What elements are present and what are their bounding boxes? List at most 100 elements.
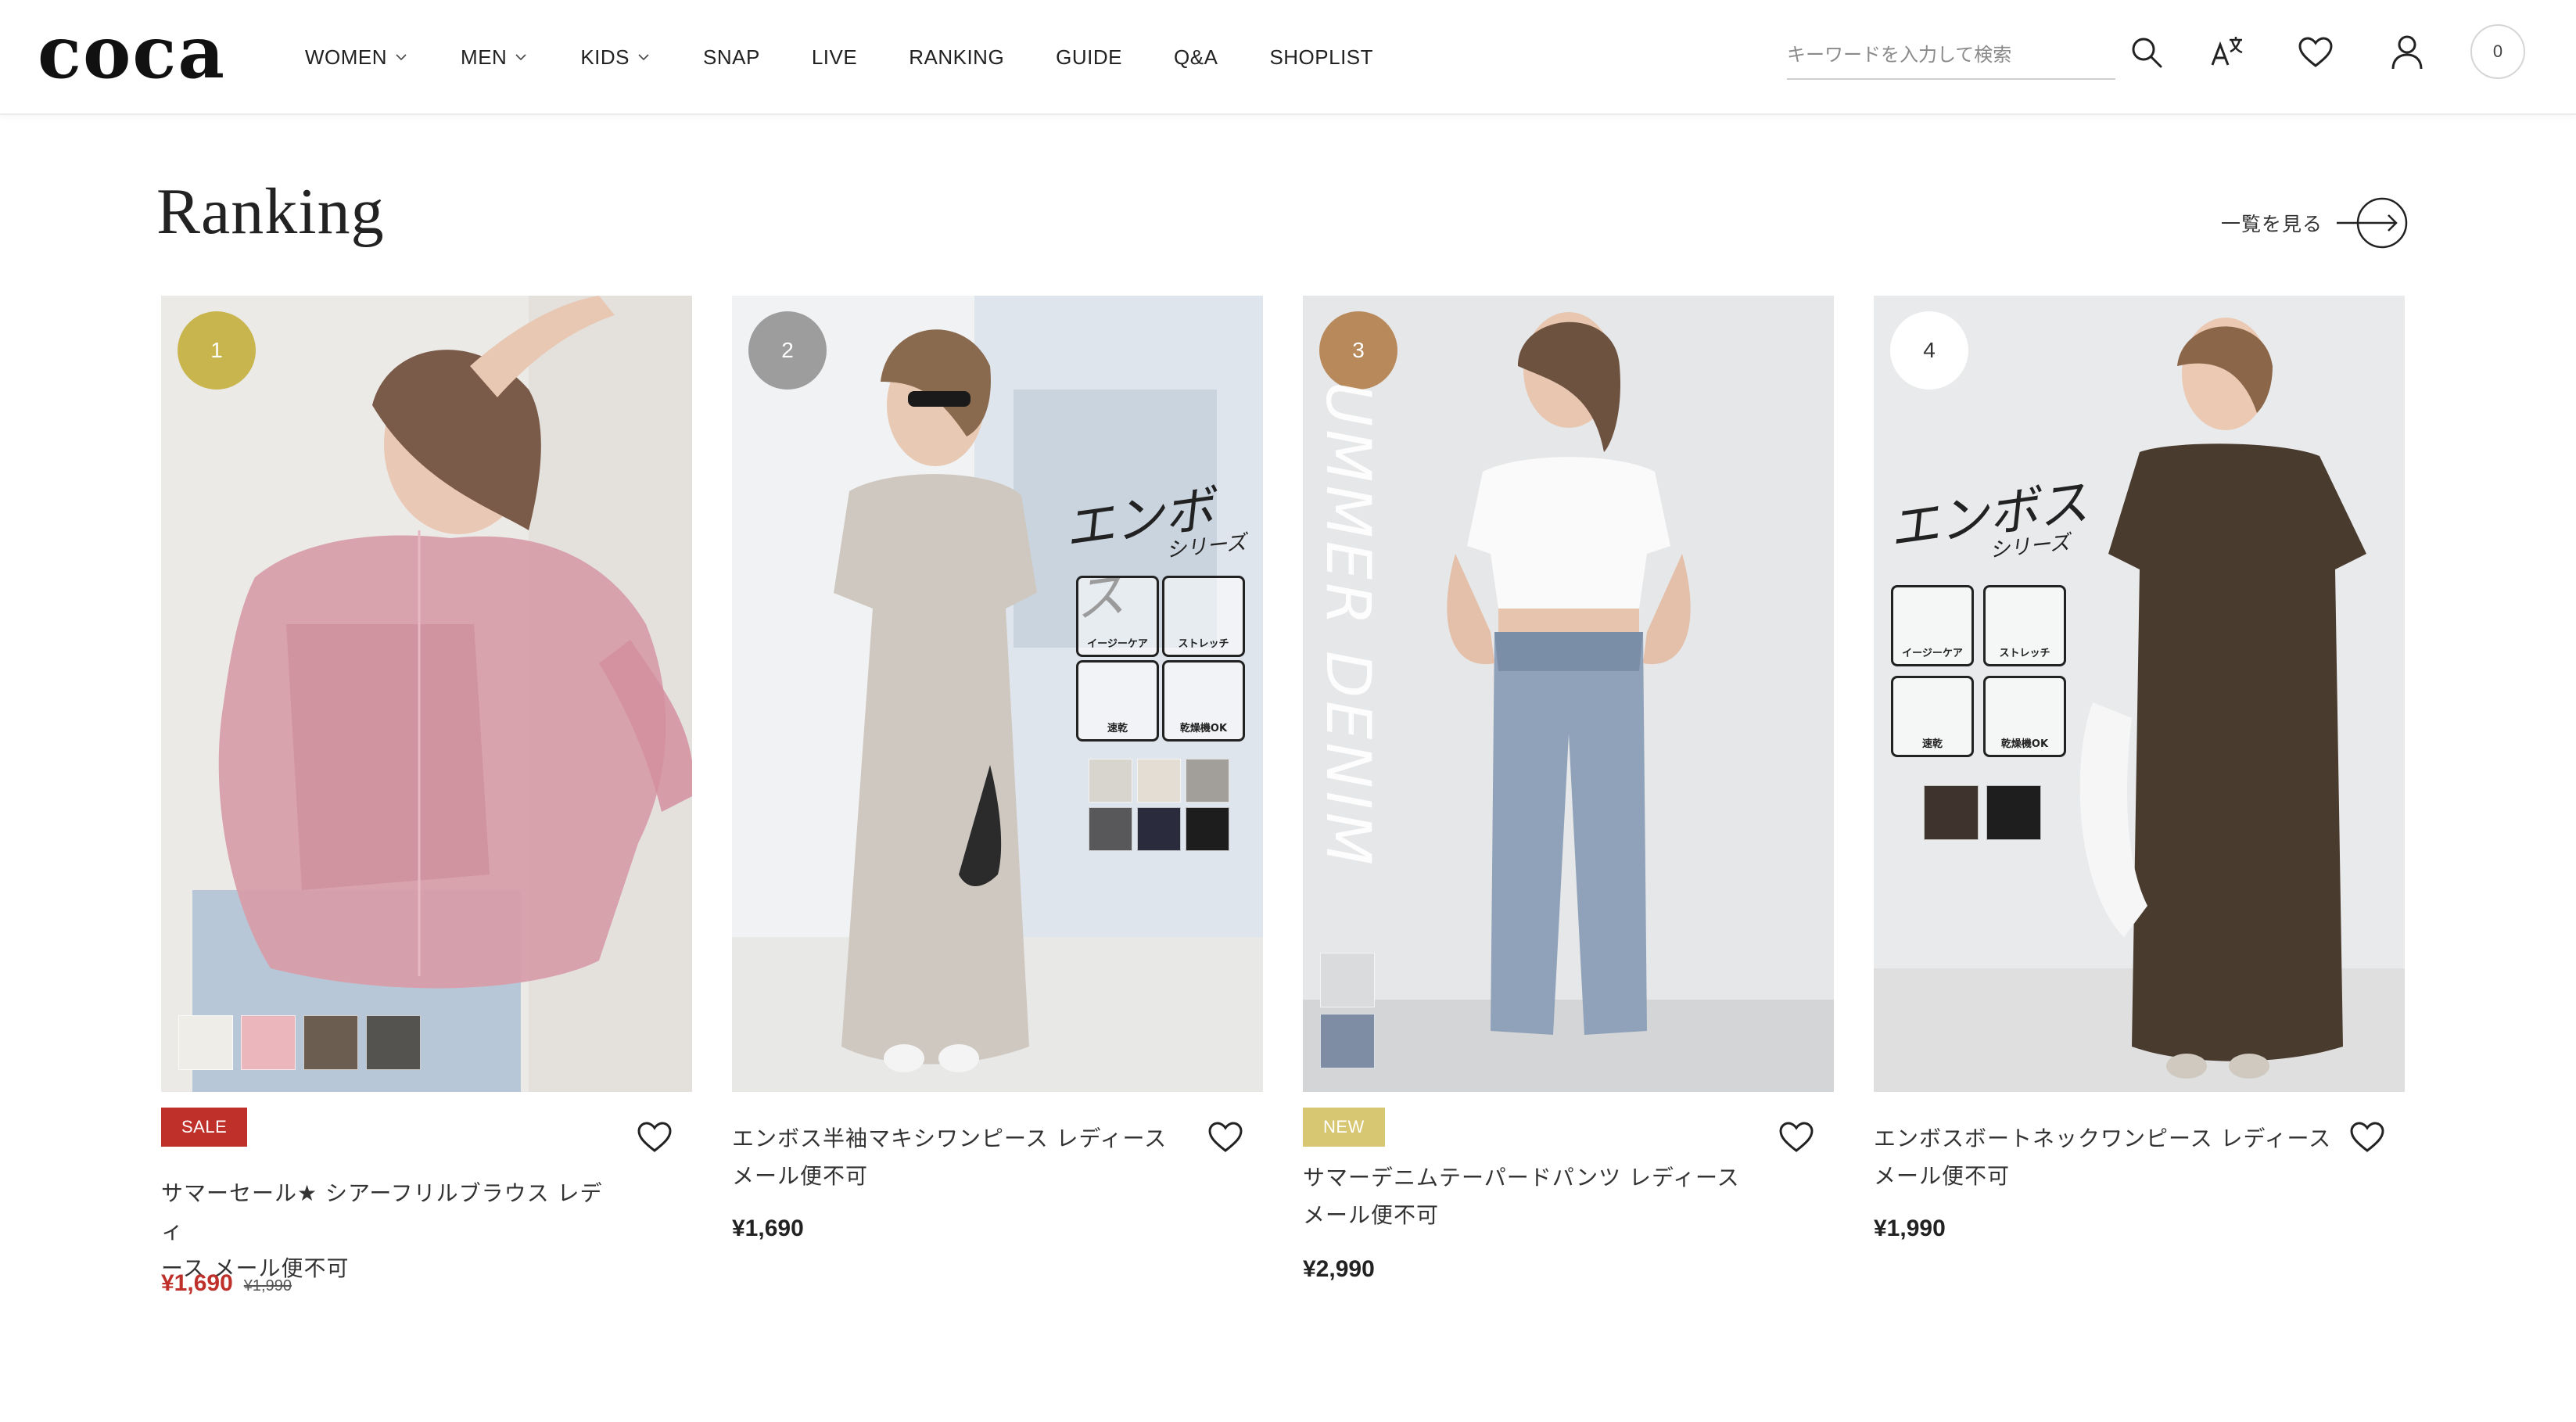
- color-swatch[interactable]: [1924, 785, 1979, 840]
- nav-snap[interactable]: SNAP: [703, 45, 760, 70]
- color-swatch[interactable]: [1986, 785, 2041, 840]
- color-swatch[interactable]: [1089, 807, 1132, 851]
- product-card-3[interactable]: 3 UMMER DENIM NEW サマーデニムテーパードパンツ レディース メ…: [1303, 296, 1834, 1287]
- color-swatch[interactable]: [1320, 953, 1375, 1007]
- color-swatch[interactable]: [241, 1015, 296, 1070]
- easy-care-badge: イージーケア: [1076, 576, 1159, 657]
- dryer-ok-badge: 乾燥機OK: [1162, 660, 1245, 742]
- rank-badge-1: 1: [178, 311, 256, 390]
- search-button[interactable]: [2127, 33, 2166, 72]
- price-row-4: ¥1,990: [1874, 1216, 1946, 1242]
- feature-label: 乾燥機OK: [1179, 723, 1228, 734]
- product-image-2[interactable]: 2 エンボス シリーズ イージーケア ストレッチ 速乾 乾燥機OK: [732, 296, 1263, 1092]
- product-info-2: エンボス半袖マキシワンピース レディース メール便不可 ¥1,690: [732, 1092, 1263, 1287]
- nav-men-label: MEN: [461, 45, 508, 69]
- user-icon: [2391, 35, 2423, 70]
- nav-qa[interactable]: Q&A: [1174, 45, 1218, 70]
- product-image-4[interactable]: 4 エンボス シリーズ イージーケア ストレッチ 速乾 乾燥機OK: [1874, 296, 2405, 1092]
- product-card-4[interactable]: 4 エンボス シリーズ イージーケア ストレッチ 速乾 乾燥機OK エンボスボー…: [1874, 296, 2405, 1287]
- product-image-3[interactable]: 3 UMMER DENIM: [1303, 296, 1834, 1092]
- product-card-1[interactable]: 1 SALE サマーセール★ シアーフリルブラウス レディ ース メール便不可 …: [161, 296, 692, 1296]
- price: ¥1,690: [732, 1216, 804, 1241]
- color-swatch[interactable]: [1137, 807, 1181, 851]
- price-row-2: ¥1,690: [732, 1216, 804, 1242]
- favorite-button-3[interactable]: [1774, 1115, 1818, 1159]
- cart-button[interactable]: 0: [2470, 24, 2525, 79]
- site-logo[interactable]: coca: [38, 9, 226, 95]
- sale-price: ¥1,690: [161, 1270, 233, 1296]
- section-title: Ranking: [156, 175, 385, 248]
- nav-guide[interactable]: GUIDE: [1056, 45, 1122, 70]
- product-name-line: メール便不可: [1303, 1202, 1440, 1228]
- nav-kids-label: KIDS: [580, 45, 630, 69]
- feature-label: ストレッチ: [1178, 638, 1229, 650]
- color-swatch[interactable]: [303, 1015, 358, 1070]
- product-name-4[interactable]: エンボスボートネックワンピース レディース メール便不可: [1874, 1120, 2335, 1195]
- heart-icon: [2298, 37, 2333, 67]
- color-swatch[interactable]: [1320, 1014, 1375, 1068]
- product-name-line: サマーデニムテーパードパンツ レディース: [1303, 1165, 1740, 1190]
- easy-care-badge: イージーケア: [1891, 585, 1974, 666]
- price-row-3: ¥2,990: [1303, 1256, 1375, 1283]
- color-swatch[interactable]: [1137, 759, 1181, 803]
- heart-icon: [637, 1122, 672, 1152]
- stretch-badge: ストレッチ: [1983, 585, 2066, 666]
- nav-ranking[interactable]: RANKING: [909, 45, 1004, 70]
- heart-icon: [1208, 1122, 1243, 1152]
- account-button[interactable]: [2388, 33, 2427, 72]
- product-card-2[interactable]: 2 エンボス シリーズ イージーケア ストレッチ 速乾 乾燥機OK エンボス半袖…: [732, 296, 1263, 1287]
- chevron-down-icon: [515, 54, 526, 61]
- nav-kids[interactable]: KIDS: [580, 45, 651, 70]
- nav-women[interactable]: WOMEN: [305, 45, 409, 70]
- favorite-button-4[interactable]: [2345, 1115, 2389, 1159]
- quick-dry-badge: 速乾: [1891, 676, 1974, 757]
- rank-badge-2: 2: [748, 311, 827, 390]
- quick-dry-badge: 速乾: [1076, 660, 1159, 742]
- product-info-4: エンボスボートネックワンピース レディース メール便不可 ¥1,990: [1874, 1092, 2405, 1287]
- product-name-line: メール便不可: [732, 1163, 869, 1189]
- product-photo-sheer-blouse: [161, 296, 692, 1092]
- cart-count: 0: [2492, 41, 2503, 61]
- view-all-link[interactable]: 一覧を見る: [2221, 196, 2410, 250]
- nav-women-label: WOMEN: [305, 45, 388, 69]
- feature-label: イージーケア: [1087, 638, 1148, 650]
- color-swatch[interactable]: [1186, 807, 1229, 851]
- main-nav: WOMEN MEN KIDS SNAP LIVE RANKING GUIDE Q…: [305, 43, 1425, 71]
- product-name-line: サマーセール★ シアーフリルブラウス レディ: [161, 1180, 603, 1244]
- nav-shoplist[interactable]: SHOPLIST: [1269, 45, 1373, 70]
- price: ¥2,990: [1303, 1256, 1375, 1282]
- product-name-3[interactable]: サマーデニムテーパードパンツ レディース メール便不可: [1303, 1159, 1764, 1234]
- heart-icon: [1779, 1122, 1814, 1152]
- sale-tag: SALE: [161, 1108, 248, 1147]
- color-swatch[interactable]: [1186, 759, 1229, 803]
- color-swatch[interactable]: [366, 1015, 421, 1070]
- arrow-right-circle-icon: [2337, 197, 2408, 249]
- product-image-1[interactable]: 1: [161, 296, 692, 1092]
- price-row-1: ¥1,690 ¥1,990: [161, 1270, 292, 1297]
- feature-label: 乾燥機OK: [2000, 738, 2049, 750]
- translate-icon: [2211, 37, 2243, 66]
- color-swatch[interactable]: [178, 1015, 233, 1070]
- search-input[interactable]: [1787, 44, 2115, 66]
- favorite-button-2[interactable]: [1204, 1115, 1247, 1159]
- product-info-3: NEW サマーデニムテーパードパンツ レディース メール便不可 ¥2,990: [1303, 1092, 1834, 1287]
- site-header: coca WOMEN MEN KIDS SNAP LIVE RANKING GU…: [0, 0, 2576, 115]
- feature-label: イージーケア: [1902, 648, 1963, 659]
- favorites-button[interactable]: [2296, 33, 2335, 72]
- search-bar: [1787, 31, 2115, 80]
- color-swatch[interactable]: [1089, 759, 1132, 803]
- translate-button[interactable]: [2207, 33, 2246, 72]
- price: ¥1,990: [1874, 1216, 1946, 1241]
- favorite-button-1[interactable]: [633, 1115, 676, 1159]
- nav-live[interactable]: LIVE: [812, 45, 857, 70]
- overlay-text: UMMER DENIM: [1312, 382, 1383, 868]
- nav-men[interactable]: MEN: [461, 45, 529, 70]
- feature-label: 速乾: [1921, 738, 1943, 750]
- new-tag: NEW: [1303, 1108, 1385, 1147]
- product-name-line: エンボスボートネックワンピース レディース: [1874, 1126, 2332, 1151]
- rank-badge-3: 3: [1319, 311, 1397, 390]
- rank-badge-4: 4: [1890, 311, 1968, 390]
- view-all-label: 一覧を見る: [2221, 213, 2323, 235]
- product-name-2[interactable]: エンボス半袖マキシワンピース レディース メール便不可: [732, 1120, 1193, 1195]
- search-icon: [2132, 38, 2162, 68]
